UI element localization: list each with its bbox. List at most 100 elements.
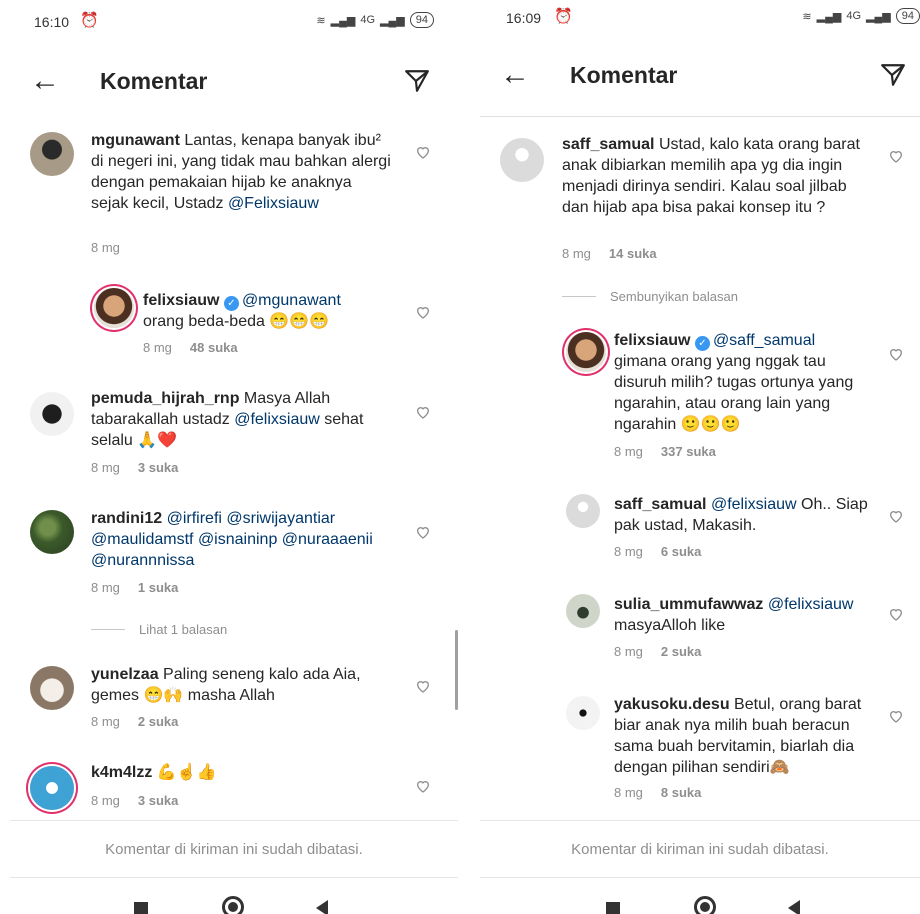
wifi-icon: ≋	[802, 10, 812, 23]
header: ← Komentar	[0, 56, 458, 106]
comment-meta: 8 mg 3 suka	[91, 793, 178, 808]
comment-username[interactable]: k4m4lzz	[91, 764, 152, 781]
mention-link[interactable]: @felixsiauw	[234, 411, 320, 428]
back-button[interactable]	[316, 900, 328, 914]
heart-outline-icon[interactable]	[888, 606, 904, 622]
heart-outline-icon[interactable]	[888, 148, 904, 164]
heart-outline-icon[interactable]	[415, 304, 431, 320]
like-count[interactable]: 14 suka	[609, 246, 657, 261]
back-button[interactable]	[788, 900, 800, 914]
comment-text: yakusoku.desu Betul, orang barat biar an…	[614, 696, 862, 776]
alarm-icon: ⏰	[80, 12, 99, 29]
mention-link[interactable]: @felixsiauw	[768, 596, 854, 613]
like-count[interactable]: 2 suka	[138, 714, 178, 729]
heart-outline-icon[interactable]	[415, 144, 431, 160]
heart-outline-icon[interactable]	[415, 404, 431, 420]
like-count[interactable]: 3 suka	[138, 793, 178, 808]
like-count[interactable]: 48 suka	[190, 340, 238, 355]
status-bar: 16:09 ⏰ ≋ ▂▄▆ 4G ▂▄▆ 94	[462, 0, 920, 40]
comment-meta: 8 mg 14 suka	[562, 246, 657, 261]
avatar[interactable]	[30, 510, 74, 554]
like-count[interactable]: 6 suka	[661, 544, 701, 559]
avatar[interactable]	[30, 392, 74, 436]
comment-username[interactable]: mgunawant	[91, 132, 180, 149]
avatar[interactable]	[30, 666, 74, 710]
status-icons: ≋ ▂▄▆ 4G ▂▄▆ 94	[316, 12, 434, 28]
view-replies-button[interactable]: Lihat 1 balasan	[91, 622, 227, 637]
recent-apps-button[interactable]	[134, 902, 148, 914]
heart-outline-icon[interactable]	[415, 778, 431, 794]
comment-username[interactable]: pemuda_hijrah_rnp	[91, 390, 239, 407]
status-time: 16:10	[34, 14, 70, 30]
heart-outline-icon[interactable]	[415, 524, 431, 540]
avatar[interactable]	[30, 132, 74, 176]
like-count[interactable]: 1 suka	[138, 580, 178, 595]
comment-username[interactable]: saff_samual	[614, 496, 707, 513]
avatar[interactable]	[30, 766, 74, 810]
heart-outline-icon[interactable]	[888, 346, 904, 362]
hide-replies-button[interactable]: Sembunyikan balasan	[562, 289, 738, 304]
mention-link[interactable]: @Felixsiauw	[228, 195, 319, 212]
heart-outline-icon[interactable]	[888, 508, 904, 524]
comment-username[interactable]: yakusoku.desu	[614, 696, 730, 713]
status-bar: 16:10 ⏰ ≋ ▂▄▆ 4G ▂▄▆ 94	[0, 0, 458, 40]
comment-time: 8 mg	[614, 544, 643, 559]
comment-time: 8 mg	[91, 580, 120, 595]
avatar[interactable]	[94, 288, 134, 328]
comment-username[interactable]: sulia_ummufawwaz	[614, 596, 763, 613]
signal-icon: ▂▄▆	[816, 10, 842, 23]
direct-send-icon[interactable]	[880, 62, 906, 88]
signal-icon: ▂▄▆	[866, 10, 891, 23]
mention-link[interactable]: @felixsiauw	[711, 496, 797, 513]
comment-text: k4m4lzz 💪☝️👍	[91, 764, 217, 781]
mention-link[interactable]: @mgunawant	[242, 292, 341, 309]
battery-icon: 94	[409, 12, 434, 28]
avatar[interactable]	[566, 332, 606, 372]
comment-time: 8 mg	[91, 714, 120, 729]
heart-outline-icon[interactable]	[415, 678, 431, 694]
home-button[interactable]	[222, 896, 244, 914]
comment-username[interactable]: felixsiauw	[614, 332, 690, 349]
arrow-left-icon[interactable]: ←	[500, 60, 530, 90]
like-count[interactable]: 2 suka	[661, 644, 701, 659]
comment-time: 8 mg	[562, 246, 591, 261]
comment-meta: 8 mg 1 suka	[91, 580, 178, 595]
comment-meta: 8 mg 2 suka	[91, 714, 178, 729]
comment-username[interactable]: yunelzaa	[91, 666, 159, 683]
comments-restricted-footer: Komentar di kiriman ini sudah dibatasi.	[10, 820, 458, 878]
mention-link[interactable]: @saff_samual	[713, 332, 815, 349]
like-count[interactable]: 337 suka	[661, 444, 716, 459]
battery-icon: 94	[895, 8, 920, 24]
home-button[interactable]	[694, 896, 716, 914]
comment-username[interactable]: felixsiauw	[143, 292, 219, 309]
avatar[interactable]	[500, 138, 544, 182]
comment-text: mgunawant Lantas, kenapa banyak ibu² di …	[91, 132, 391, 212]
page-title: Komentar	[100, 68, 208, 94]
alarm-icon: ⏰	[554, 8, 573, 25]
page-title: Komentar	[570, 62, 678, 88]
comment-username[interactable]: randini12	[91, 510, 162, 527]
wifi-icon: ≋	[316, 14, 326, 27]
comment-time: 8 mg	[91, 240, 120, 255]
direct-send-icon[interactable]	[404, 68, 430, 94]
arrow-left-icon[interactable]: ←	[30, 66, 60, 96]
heart-outline-icon[interactable]	[888, 708, 904, 724]
like-count[interactable]: 3 suka	[138, 460, 178, 475]
comment-time: 8 mg	[614, 644, 643, 659]
comment-text: saff_samual @felixsiauw Oh.. Siap pak us…	[614, 496, 868, 534]
signal-icon: ▂▄▆	[380, 14, 405, 27]
comment-time: 8 mg	[614, 785, 643, 800]
comment-username[interactable]: saff_samual	[562, 136, 655, 153]
avatar[interactable]	[566, 696, 600, 730]
avatar[interactable]	[566, 494, 600, 528]
footer-text: Komentar di kiriman ini sudah dibatasi.	[571, 841, 829, 858]
recent-apps-button[interactable]	[606, 902, 620, 914]
signal-icon: ▂▄▆	[330, 14, 356, 27]
divider	[480, 116, 920, 117]
avatar[interactable]	[566, 594, 600, 628]
comment-text: yunelzaa Paling seneng kalo ada Aia, gem…	[91, 666, 361, 704]
comment-text: sulia_ummufawwaz @felixsiauw masyaAlloh …	[614, 596, 854, 634]
comments-restricted-footer: Komentar di kiriman ini sudah dibatasi.	[480, 820, 920, 878]
system-nav-bar	[0, 880, 458, 914]
like-count[interactable]: 8 suka	[661, 785, 701, 800]
